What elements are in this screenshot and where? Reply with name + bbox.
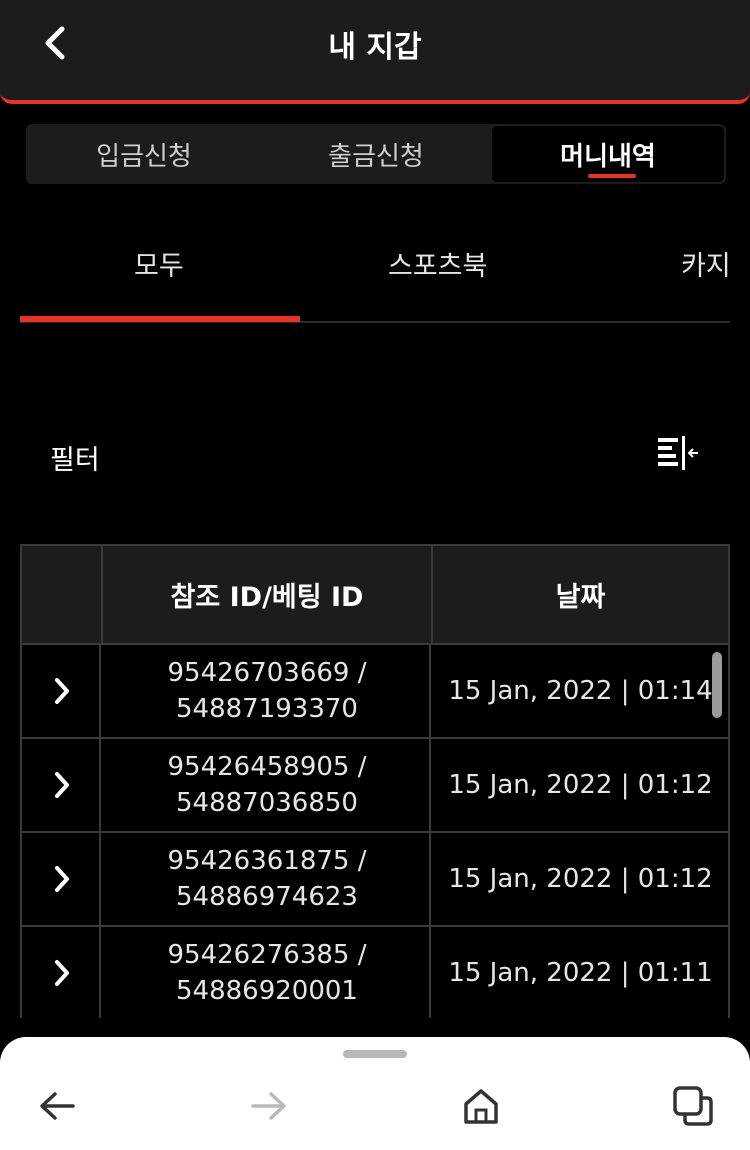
column-divider <box>429 739 431 831</box>
reference-id: 95426276385 / <box>167 940 367 970</box>
browser-home-button[interactable] <box>456 1081 506 1131</box>
reference-id-cell: 95426458905 / 54887036850 <box>103 739 431 831</box>
column-divider <box>429 927 431 1018</box>
bet-id: 54887036850 <box>176 788 358 818</box>
reference-id: 95426361875 / <box>167 846 367 876</box>
browser-tabs-button[interactable] <box>668 1081 718 1131</box>
browser-back-button[interactable] <box>32 1081 82 1131</box>
column-divider <box>99 833 101 925</box>
column-header-expand <box>22 546 101 643</box>
row-expand-button[interactable] <box>22 645 101 737</box>
table-row[interactable]: 95426361875 / 54886974623 15 Jan, 2022 |… <box>20 833 730 927</box>
segment-withdraw-request[interactable]: 출금신청 <box>260 126 492 182</box>
tabs-icon <box>673 1086 713 1126</box>
tab-casino[interactable]: 카지 <box>681 244 731 283</box>
column-divider <box>429 833 431 925</box>
reference-id-cell: 95426276385 / 54886920001 <box>103 927 431 1018</box>
tab-all[interactable]: 모두 <box>134 244 184 283</box>
wallet-segment-tabs: 입금신청 출금신청 머니내역 <box>26 124 726 184</box>
filter-collapse-icon <box>658 436 698 470</box>
chevron-right-icon <box>54 960 69 986</box>
reference-id-cell: 95426703669 / 54887193370 <box>103 645 431 737</box>
table-row[interactable]: 95426276385 / 54886920001 15 Jan, 2022 |… <box>20 927 730 1018</box>
table-header: 참조 ID/베팅 ID 날짜 <box>20 544 730 645</box>
column-divider <box>99 739 101 831</box>
column-divider <box>99 927 101 1018</box>
forward-arrow-icon <box>251 1092 286 1120</box>
browser-bottom-nav <box>0 1037 750 1150</box>
column-header-reference-id: 참조 ID/베팅 ID <box>170 582 364 613</box>
row-expand-button[interactable] <box>22 833 101 925</box>
date-cell: 15 Jan, 2022 | 01:14 <box>448 676 713 706</box>
table-scrollbar[interactable] <box>712 652 722 718</box>
segment-deposit-request[interactable]: 입금신청 <box>28 126 260 182</box>
drag-handle[interactable] <box>343 1050 407 1058</box>
wallet-screen: 내 지갑 입금신청 출금신청 머니내역 모두 스포츠북 카지 필터 참조 ID/… <box>0 0 750 1150</box>
segment-label: 머니내역 <box>560 141 656 172</box>
back-arrow-icon <box>40 1092 75 1120</box>
chevron-right-icon <box>54 678 69 704</box>
reference-id: 95426703669 / <box>167 658 367 688</box>
page-title: 내 지갑 <box>328 30 422 65</box>
active-segment-indicator <box>588 174 636 178</box>
table-row[interactable]: 95426458905 / 54887036850 15 Jan, 2022 |… <box>20 739 730 833</box>
money-history-table: 참조 ID/베팅 ID 날짜 95426703669 / 54887193370… <box>20 544 730 1018</box>
browser-forward-button[interactable] <box>244 1081 294 1131</box>
column-header-date: 날짜 <box>555 582 606 613</box>
date-cell: 15 Jan, 2022 | 01:11 <box>448 958 713 988</box>
date-cell: 15 Jan, 2022 | 01:12 <box>448 864 713 894</box>
filter-toggle-button[interactable] <box>652 432 702 476</box>
segment-label: 입금신청 <box>96 141 192 172</box>
filter-label: 필터 <box>50 445 100 476</box>
row-expand-button[interactable] <box>22 739 101 831</box>
tab-sportsbook[interactable]: 스포츠북 <box>388 244 487 283</box>
table-row[interactable]: 95426703669 / 54887193370 15 Jan, 2022 |… <box>20 645 730 739</box>
segment-label: 출금신청 <box>328 141 424 172</box>
column-divider <box>429 645 431 737</box>
reference-id-cell: 95426361875 / 54886974623 <box>103 833 431 925</box>
app-header: 내 지갑 <box>0 0 750 104</box>
bet-id: 54887193370 <box>176 694 358 724</box>
home-icon <box>464 1089 498 1124</box>
segment-money-history[interactable]: 머니내역 <box>492 126 724 182</box>
date-cell: 15 Jan, 2022 | 01:12 <box>448 770 713 800</box>
reference-id: 95426458905 / <box>167 752 367 782</box>
active-tab-indicator <box>20 316 300 322</box>
chevron-right-icon <box>54 772 69 798</box>
chevron-right-icon <box>54 866 69 892</box>
bet-id: 54886920001 <box>176 976 358 1006</box>
category-tabs: 모두 스포츠북 카지 <box>20 230 731 324</box>
bet-id: 54886974623 <box>176 882 358 912</box>
row-expand-button[interactable] <box>22 927 101 1018</box>
column-divider <box>99 645 101 737</box>
